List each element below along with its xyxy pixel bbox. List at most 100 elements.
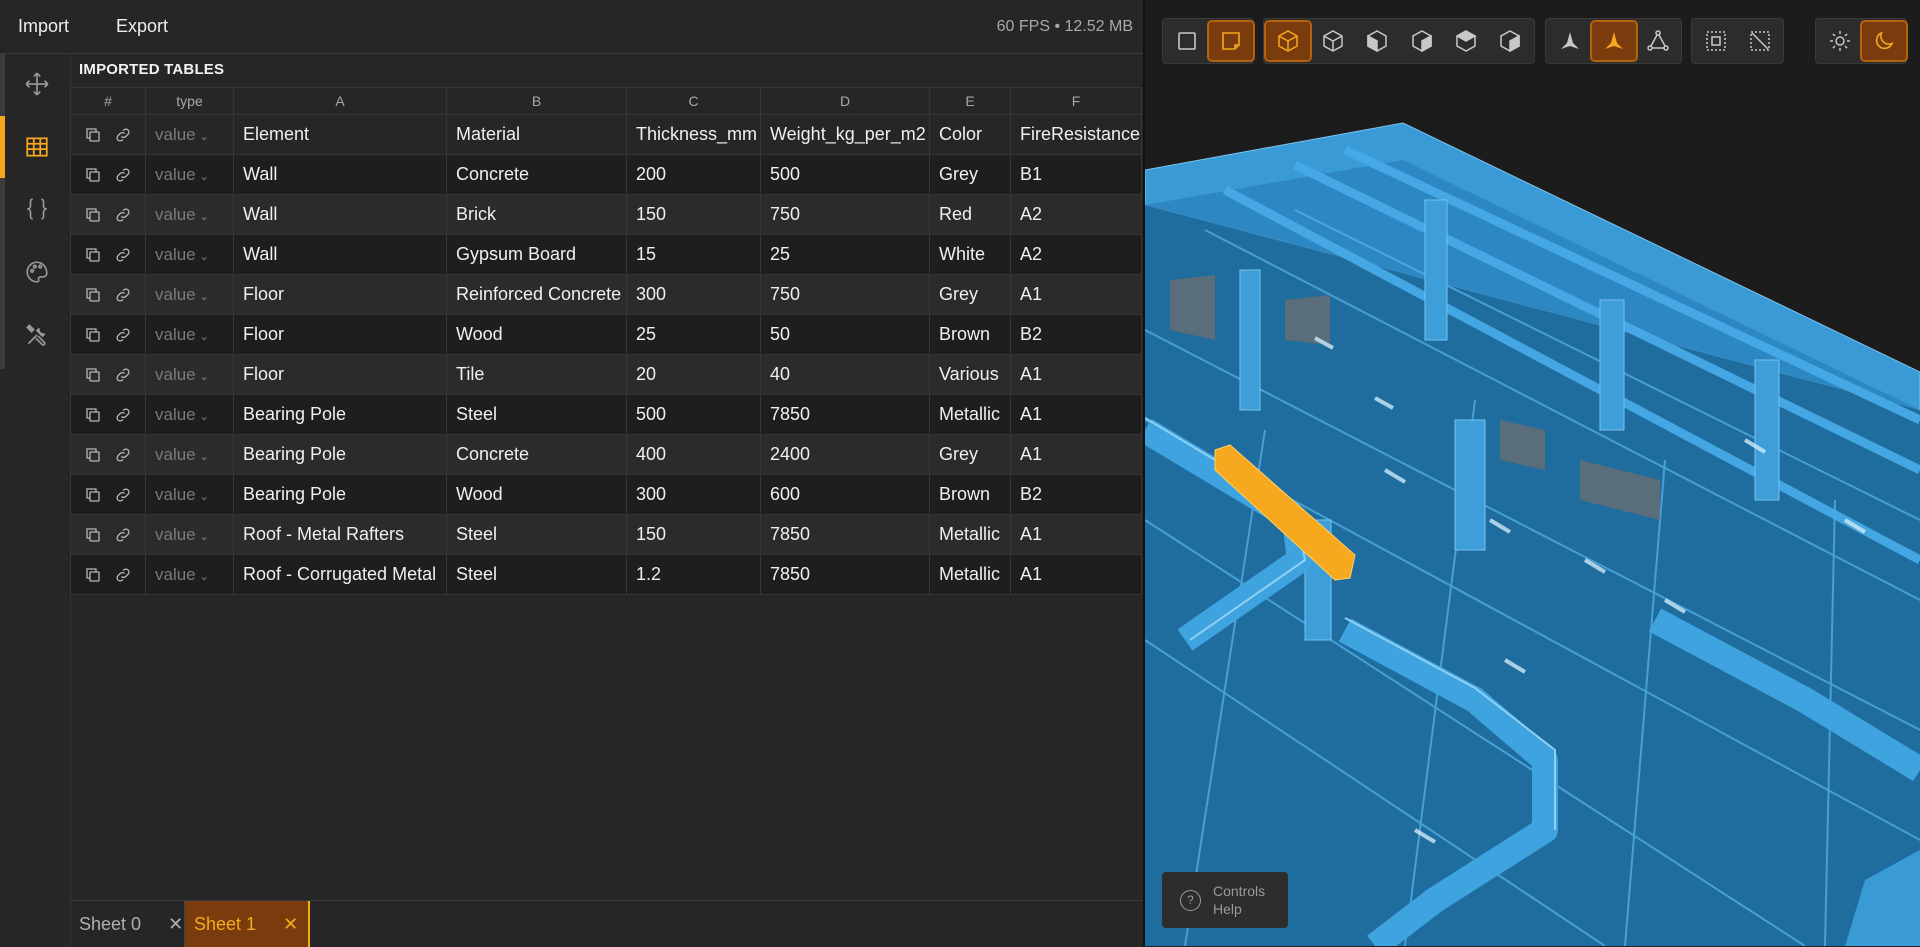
table-cell[interactable]: Roof - Metal Rafters (233, 514, 447, 555)
table-cell[interactable]: Brick (446, 194, 627, 235)
column-header[interactable]: # (70, 87, 146, 115)
sun-icon[interactable] (1818, 22, 1862, 60)
table-cell[interactable]: 150 (626, 514, 761, 555)
table-cell[interactable]: Wall (233, 154, 447, 195)
table-cell[interactable]: 600 (760, 474, 930, 515)
table-cell[interactable]: Brown (929, 314, 1011, 355)
cube-bottom-icon[interactable] (1488, 22, 1532, 60)
table-cell[interactable]: Wall (233, 194, 447, 235)
table-cell[interactable]: A1 (1010, 554, 1142, 595)
table-cell[interactable]: 25 (626, 314, 761, 355)
perspective-icon[interactable] (1548, 22, 1592, 60)
table-cell[interactable]: Wood (446, 314, 627, 355)
type-select[interactable]: value ⌄ (145, 274, 234, 315)
table-cell[interactable]: B2 (1010, 314, 1142, 355)
table-icon[interactable] (18, 128, 56, 166)
link-icon[interactable] (114, 364, 132, 384)
table-cell[interactable]: Roof - Corrugated Metal (233, 554, 447, 595)
table-cell[interactable]: 400 (626, 434, 761, 475)
column-header[interactable]: F (1010, 87, 1142, 115)
table-cell[interactable]: 50 (760, 314, 930, 355)
table-cell[interactable]: Bearing Pole (233, 474, 447, 515)
import-menu[interactable]: Import (18, 16, 69, 37)
orthographic-icon[interactable] (1636, 22, 1680, 60)
table-cell[interactable]: FireResistance (1010, 114, 1142, 155)
table-cell[interactable]: 2400 (760, 434, 930, 475)
copy-icon[interactable] (84, 204, 102, 224)
table-cell[interactable]: White (929, 234, 1011, 275)
link-icon[interactable] (114, 524, 132, 544)
table-cell[interactable]: Thickness_mm (626, 114, 761, 155)
type-select[interactable]: value ⌄ (145, 234, 234, 275)
table-cell[interactable]: Gypsum Board (446, 234, 627, 275)
table-cell[interactable]: 7850 (760, 554, 930, 595)
table-cell[interactable]: Color (929, 114, 1011, 155)
table-cell[interactable]: 500 (760, 154, 930, 195)
link-icon[interactable] (114, 284, 132, 304)
table-cell[interactable]: Steel (446, 394, 627, 435)
cube-left-icon[interactable] (1355, 22, 1399, 60)
building-model[interactable] (1145, 0, 1920, 946)
table-cell[interactable]: 7850 (760, 514, 930, 555)
table-cell[interactable]: Tile (446, 354, 627, 395)
table-cell[interactable]: 500 (626, 394, 761, 435)
table-cell[interactable]: Grey (929, 154, 1011, 195)
type-select[interactable]: value ⌄ (145, 554, 234, 595)
link-icon[interactable] (114, 124, 132, 144)
table-cell[interactable]: 7850 (760, 394, 930, 435)
column-header[interactable]: B (446, 87, 627, 115)
table-cell[interactable]: 15 (626, 234, 761, 275)
type-select[interactable]: value ⌄ (145, 514, 234, 555)
table-cell[interactable]: Concrete (446, 434, 627, 475)
moon-icon[interactable] (1860, 20, 1908, 62)
column-header[interactable]: D (760, 87, 930, 115)
table-cell[interactable]: 1.2 (626, 554, 761, 595)
table-cell[interactable]: Bearing Pole (233, 434, 447, 475)
type-select[interactable]: value ⌄ (145, 314, 234, 355)
table-cell[interactable]: Wall (233, 234, 447, 275)
table-cell[interactable]: A1 (1010, 394, 1142, 435)
sheet-tab-1[interactable]: Sheet 1 ✕ (184, 901, 310, 947)
square-icon[interactable] (1165, 22, 1209, 60)
copy-icon[interactable] (84, 564, 102, 584)
copy-icon[interactable] (84, 124, 102, 144)
column-header[interactable]: E (929, 87, 1011, 115)
table-cell[interactable]: Steel (446, 514, 627, 555)
table-cell[interactable]: Metallic (929, 514, 1011, 555)
link-icon[interactable] (114, 444, 132, 464)
link-icon[interactable] (114, 324, 132, 344)
copy-icon[interactable] (84, 524, 102, 544)
table-cell[interactable]: A1 (1010, 434, 1142, 475)
table-cell[interactable]: Metallic (929, 554, 1011, 595)
palette-icon[interactable] (18, 253, 56, 291)
table-cell[interactable]: Concrete (446, 154, 627, 195)
link-icon[interactable] (114, 204, 132, 224)
close-icon[interactable]: ✕ (283, 914, 298, 935)
table-cell[interactable]: 750 (760, 194, 930, 235)
table-cell[interactable]: Floor (233, 354, 447, 395)
table-cell[interactable]: A2 (1010, 234, 1142, 275)
type-select[interactable]: value ⌄ (145, 474, 234, 515)
column-header[interactable]: C (626, 87, 761, 115)
table-cell[interactable]: 200 (626, 154, 761, 195)
link-icon[interactable] (114, 404, 132, 424)
copy-icon[interactable] (84, 484, 102, 504)
table-cell[interactable]: Element (233, 114, 447, 155)
tools-icon[interactable] (18, 316, 56, 354)
cube-iso-icon[interactable] (1264, 20, 1312, 62)
type-select[interactable]: value ⌄ (145, 434, 234, 475)
cube-front-icon[interactable] (1311, 22, 1355, 60)
link-icon[interactable] (114, 484, 132, 504)
copy-icon[interactable] (84, 324, 102, 344)
type-select[interactable]: value ⌄ (145, 194, 234, 235)
table-cell[interactable]: Various (929, 354, 1011, 395)
copy-icon[interactable] (84, 164, 102, 184)
table-cell[interactable]: Grey (929, 434, 1011, 475)
column-header[interactable]: type (145, 87, 234, 115)
table-cell[interactable]: Floor (233, 314, 447, 355)
sheet-tab-0[interactable]: Sheet 0 ✕ (70, 901, 191, 947)
3d-viewport[interactable]: ? Controls Help (1145, 0, 1920, 946)
table-cell[interactable]: Metallic (929, 394, 1011, 435)
controls-help-button[interactable]: ? Controls Help (1162, 872, 1288, 928)
select-box-icon[interactable] (1694, 22, 1738, 60)
